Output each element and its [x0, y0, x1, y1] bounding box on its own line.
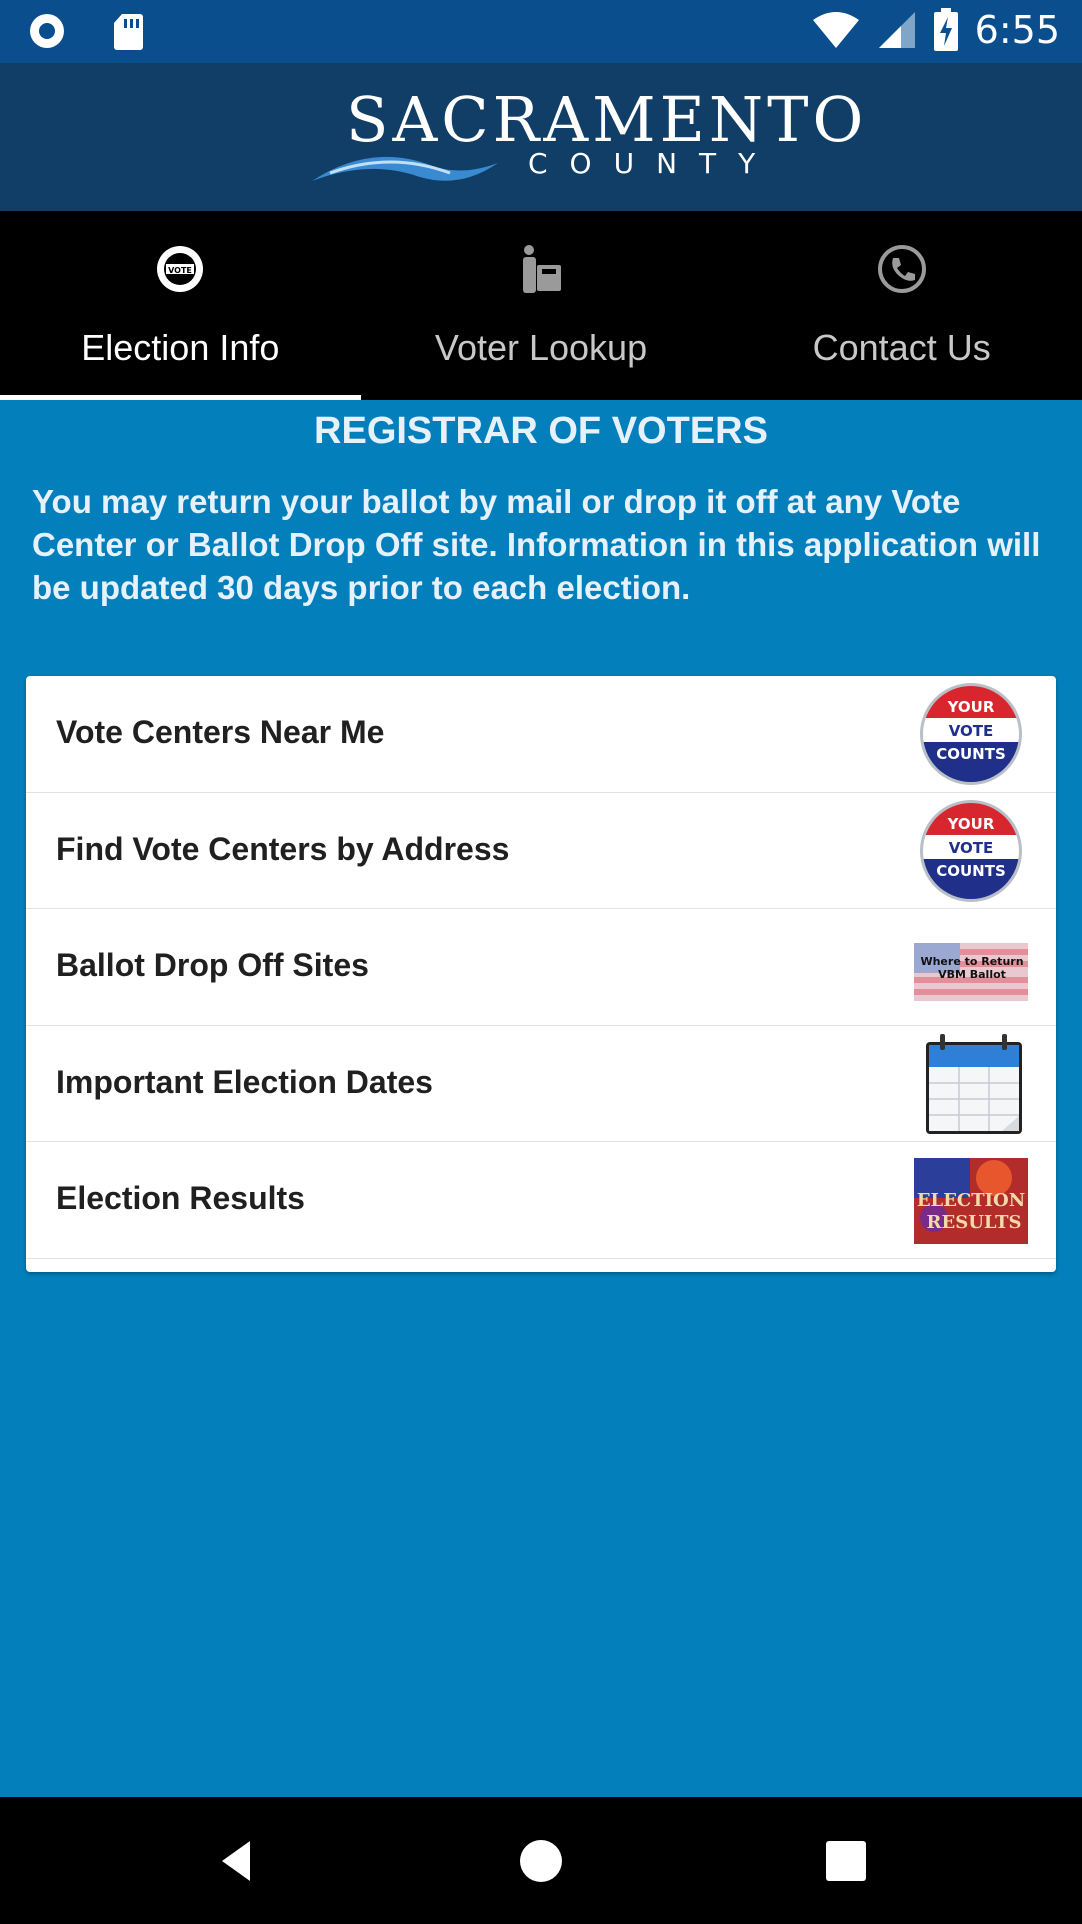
tab-label: Election Info: [81, 327, 280, 368]
wifi-icon: [812, 12, 859, 48]
list-item-election-results[interactable]: Election Results ELECTION RESULTS: [26, 1142, 1056, 1259]
tab-election-info[interactable]: VOTE Election Info: [0, 211, 361, 400]
voter-ballot-icon: [523, 245, 561, 293]
intro-text: You may return your ballot by mail or dr…: [32, 483, 1041, 606]
your-vote-counts-icon: YOUR VOTE COUNTS: [920, 683, 1022, 785]
svg-text:YOUR: YOUR: [947, 815, 995, 833]
vote-badge-icon: VOTE: [157, 246, 204, 292]
page-title: REGISTRAR OF VOTERS: [314, 410, 768, 452]
svg-text:RESULTS: RESULTS: [927, 1212, 1022, 1233]
your-vote-counts-icon: YOUR VOTE COUNTS: [920, 799, 1022, 902]
svg-text:COUNTS: COUNTS: [936, 862, 1006, 880]
sacramento-county-logo: SACRAMENTO COUNTY: [310, 83, 863, 193]
tab-voter-lookup[interactable]: Voter Lookup: [361, 211, 722, 400]
list-item-label: Important Election Dates: [56, 1063, 433, 1100]
list-item-label: Vote Centers Near Me: [56, 714, 385, 750]
status-time: 6:55: [974, 8, 1060, 52]
phone-icon: [877, 245, 926, 293]
vbm-ballot-flag-icon: Where to Return VBM Ballot: [914, 943, 1028, 1001]
recents-icon[interactable]: [818, 1833, 874, 1889]
back-icon[interactable]: [210, 1833, 266, 1889]
tab-contact-us[interactable]: Contact Us: [721, 211, 1082, 400]
svg-text:VOTE: VOTE: [949, 722, 994, 740]
svg-text:Where to Return: Where to Return: [920, 955, 1023, 968]
svg-text:ELECTION: ELECTION: [917, 1190, 1025, 1211]
status-bar: 6:55: [0, 0, 1082, 63]
svg-text:VOTE: VOTE: [168, 266, 192, 275]
record-icon: [30, 14, 64, 48]
menu-card: Vote Centers Near Me YOUR VOTE COUNTS Fi…: [26, 676, 1056, 1272]
logo-word: SACRAMENTO: [346, 83, 868, 156]
active-tab-indicator: [0, 395, 361, 400]
election-results-banner-icon: ELECTION RESULTS: [914, 1158, 1028, 1244]
svg-text:VOTE: VOTE: [949, 839, 994, 857]
list-item-label: Election Results: [56, 1180, 305, 1216]
logo-sub: COUNTY: [528, 147, 778, 180]
home-icon[interactable]: [513, 1833, 569, 1889]
list-item-important-election-dates[interactable]: Important Election Dates: [26, 1026, 1056, 1142]
svg-text:VBM Ballot: VBM Ballot: [938, 968, 1006, 981]
tab-bar: VOTE Election Info Voter Lookup Contact …: [0, 211, 1082, 400]
svg-text:COUNTS: COUNTS: [936, 745, 1006, 763]
system-nav-bar: [0, 1797, 1082, 1924]
app-header: SACRAMENTO COUNTY: [0, 63, 1082, 211]
sd-card-icon: [114, 14, 143, 50]
list-item-label: Ballot Drop Off Sites: [56, 947, 369, 983]
battery-charging-icon: [933, 8, 958, 51]
tab-label: Voter Lookup: [434, 327, 648, 368]
cell-signal-icon: [878, 12, 915, 48]
list-item-find-vote-centers-by-address[interactable]: Find Vote Centers by Address YOUR VOTE C…: [26, 793, 1056, 909]
calendar-icon: [926, 1033, 1022, 1134]
tab-label: Contact Us: [812, 327, 991, 368]
svg-text:YOUR: YOUR: [947, 698, 995, 716]
list-item-label: Find Vote Centers by Address: [56, 830, 510, 867]
list-item-ballot-drop-off-sites[interactable]: Ballot Drop Off Sites Where to Return VB…: [26, 909, 1056, 1026]
list-item-vote-centers-near-me[interactable]: Vote Centers Near Me YOUR VOTE COUNTS: [26, 676, 1056, 793]
